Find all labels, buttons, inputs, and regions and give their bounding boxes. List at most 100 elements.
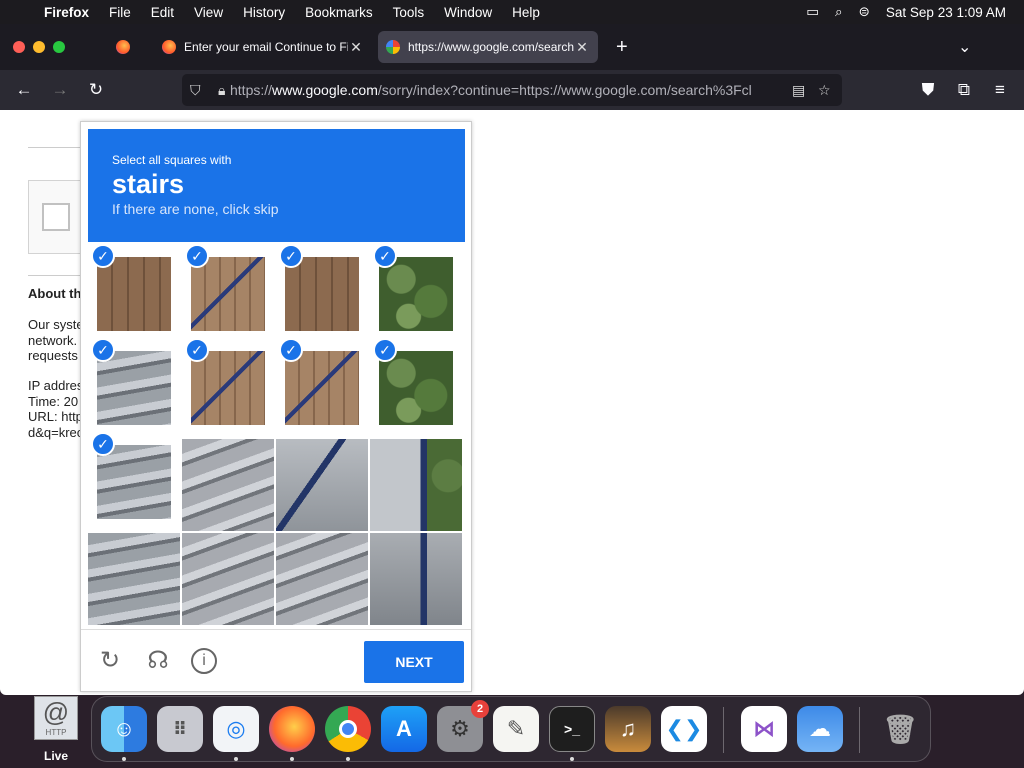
- finder-icon[interactable]: ☺: [101, 706, 147, 752]
- challenge-tile[interactable]: ✓: [88, 432, 180, 531]
- reload-icon[interactable]: ↻: [84, 78, 108, 102]
- tile-image: [379, 351, 453, 425]
- divider: [28, 147, 88, 148]
- challenge-tile[interactable]: [182, 439, 274, 531]
- challenge-tile[interactable]: ✓: [182, 244, 274, 343]
- menu-clock[interactable]: Sat Sep 23 1:09 AM: [886, 5, 1006, 20]
- tile-image: [191, 351, 265, 425]
- app-store-icon[interactable]: A: [381, 706, 427, 752]
- tile-image: [97, 351, 171, 425]
- challenge-tile[interactable]: [276, 439, 368, 531]
- tab-strip: Enter your email Continue to Fir ✕ https…: [0, 24, 1024, 70]
- recaptcha-checkbox[interactable]: [42, 203, 70, 231]
- selected-checkmark-icon: ✓: [91, 244, 115, 268]
- tile-image: [276, 439, 368, 531]
- running-indicator: [570, 757, 574, 761]
- challenge-tile[interactable]: ✓: [276, 244, 368, 343]
- challenge-tile[interactable]: [370, 439, 462, 531]
- address-bar[interactable]: ⛉ 🔒︎ https://www.google.com/sorry/index?…: [182, 74, 842, 106]
- launchpad-icon[interactable]: ⠿: [157, 706, 203, 752]
- recaptcha-checkbox-widget[interactable]: [28, 180, 88, 254]
- menu-tools[interactable]: Tools: [383, 5, 435, 20]
- safari-icon[interactable]: ◎: [213, 706, 259, 752]
- tab-google-search[interactable]: https://www.google.com/search ✕: [378, 31, 598, 63]
- audio-challenge-headphones-icon[interactable]: ☊: [143, 646, 173, 676]
- tile-image: [370, 533, 462, 625]
- dock-separator: [859, 707, 860, 753]
- lock-icon[interactable]: 🔒︎: [218, 82, 225, 99]
- challenge-tile[interactable]: ✓: [370, 338, 462, 437]
- challenge-tile[interactable]: [370, 533, 462, 625]
- http-file-desktop-icon[interactable]: @ HTTP: [34, 696, 78, 740]
- close-tab-icon[interactable]: ✕: [348, 39, 364, 56]
- running-indicator: [346, 757, 350, 761]
- list-all-tabs-icon[interactable]: ⌄: [950, 31, 976, 63]
- selected-checkmark-icon: ✓: [91, 432, 115, 456]
- weather-icon[interactable]: ☁: [797, 706, 843, 752]
- pocket-icon[interactable]: ⛊: [916, 78, 940, 102]
- challenge-tile[interactable]: [182, 533, 274, 625]
- menu-bar: Firefox File Edit View History Bookmarks…: [0, 0, 1024, 24]
- recaptcha-challenge-popup: Select all squares with stairs If there …: [80, 121, 472, 692]
- extensions-icon[interactable]: ⧉: [952, 78, 976, 102]
- dock-separator: [723, 707, 724, 753]
- menu-app-name[interactable]: Firefox: [40, 5, 99, 20]
- challenge-tile[interactable]: ✓: [370, 244, 462, 343]
- help-info-icon[interactable]: i: [191, 648, 217, 674]
- tracking-protection-shield-icon[interactable]: ⛉: [190, 82, 201, 99]
- menu-window[interactable]: Window: [434, 5, 502, 20]
- firefox-icon[interactable]: [269, 706, 315, 752]
- visual-studio-icon[interactable]: ⋈: [741, 706, 787, 752]
- tile-image: [182, 439, 274, 531]
- url-text[interactable]: https://www.google.com/sorry/index?conti…: [230, 82, 760, 98]
- back-arrow-icon[interactable]: ←: [12, 78, 36, 102]
- challenge-tile[interactable]: ✓: [182, 338, 274, 437]
- forward-arrow-icon[interactable]: →: [48, 78, 72, 102]
- selected-checkmark-icon: ✓: [91, 338, 115, 362]
- challenge-image-grid: ✓ ✓ ✓ ✓ ✓ ✓ ✓ ✓ ✓: [88, 244, 464, 625]
- menu-edit[interactable]: Edit: [141, 5, 184, 20]
- textedit-icon[interactable]: ✎: [493, 706, 539, 752]
- garageband-icon[interactable]: ♫: [605, 706, 651, 752]
- divider: [28, 275, 88, 276]
- challenge-tile[interactable]: ✓: [276, 338, 368, 437]
- terminal-icon[interactable]: >_: [549, 706, 595, 752]
- menu-help[interactable]: Help: [502, 5, 550, 20]
- challenge-header: Select all squares with stairs If there …: [88, 129, 465, 242]
- new-tab-button[interactable]: +: [608, 31, 634, 63]
- tab-enter-email[interactable]: Enter your email Continue to Fir ✕: [154, 31, 372, 63]
- app-menu-icon[interactable]: ≡: [988, 78, 1012, 102]
- system-settings-icon[interactable]: ⚙ 2: [437, 700, 489, 752]
- tile-image: [285, 351, 359, 425]
- challenge-instruction: Select all squares with: [112, 153, 232, 167]
- request-info: IP addres Time: 20 URL: http d&q=krec: [28, 378, 82, 440]
- tile-image: [88, 533, 180, 625]
- minimize-window-icon[interactable]: [33, 41, 45, 53]
- challenge-tile[interactable]: ✓: [88, 338, 180, 437]
- challenge-tile[interactable]: [88, 533, 180, 625]
- challenge-tile[interactable]: ✓: [88, 244, 180, 343]
- about-heading: About th: [28, 286, 82, 301]
- screen-mirroring-icon[interactable]: ▭: [806, 4, 819, 20]
- menu-file[interactable]: File: [99, 5, 141, 20]
- close-tab-icon[interactable]: ✕: [574, 39, 590, 56]
- reload-challenge-icon[interactable]: ↻: [95, 646, 125, 676]
- trash-icon[interactable]: 🗑︎: [877, 706, 923, 752]
- selected-checkmark-icon: ✓: [373, 338, 397, 362]
- chrome-icon[interactable]: [325, 706, 371, 752]
- challenge-tile[interactable]: [276, 533, 368, 625]
- zoom-window-icon[interactable]: [53, 41, 65, 53]
- menu-view[interactable]: View: [184, 5, 233, 20]
- close-window-icon[interactable]: [13, 41, 25, 53]
- next-button[interactable]: NEXT: [364, 641, 464, 683]
- tab-pinned-firefox[interactable]: [108, 31, 146, 63]
- menu-bookmarks[interactable]: Bookmarks: [295, 5, 383, 20]
- vscode-icon[interactable]: ❮❯: [661, 706, 707, 752]
- menu-history[interactable]: History: [233, 5, 295, 20]
- tile-image: [182, 533, 274, 625]
- bookmark-star-icon[interactable]: ☆: [818, 82, 831, 99]
- control-center-icon[interactable]: ⊜: [859, 4, 870, 20]
- tile-image: [285, 257, 359, 331]
- spotlight-search-icon[interactable]: ⌕: [835, 4, 843, 20]
- reader-view-icon[interactable]: ▤: [792, 82, 805, 99]
